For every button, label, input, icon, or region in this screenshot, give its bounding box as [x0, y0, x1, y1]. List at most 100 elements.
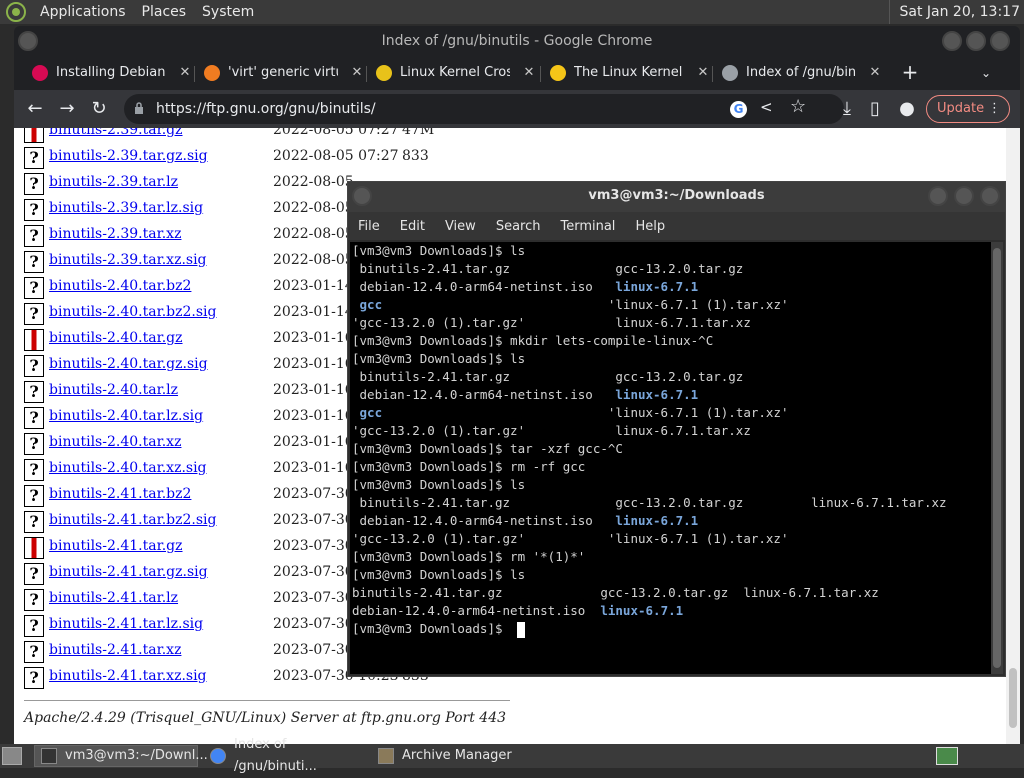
file-link[interactable]: binutils-2.39.tar.gz [49, 128, 183, 138]
page-scrollbar[interactable] [1006, 128, 1020, 744]
terminal-menu-file[interactable]: File [358, 219, 380, 234]
applications-menu[interactable]: Applications [32, 4, 134, 20]
file-link[interactable]: binutils-2.41.tar.gz [49, 538, 183, 554]
file-link[interactable]: binutils-2.41.tar.xz.sig [49, 668, 207, 684]
terminal-scrollbar-thumb[interactable] [993, 248, 1001, 668]
terminal-line: [vm3@vm3 Downloads]$ mkdir lets-compile-… [352, 333, 714, 348]
terminal-titlebar[interactable]: vm3@vm3:~/Downloads [348, 182, 1005, 212]
file-link[interactable]: binutils-2.40.tar.gz [49, 330, 183, 346]
file-link[interactable]: binutils-2.40.tar.bz2 [49, 278, 191, 294]
file-date: 2022-08-05 [273, 200, 354, 216]
file-link[interactable]: binutils-2.39.tar.lz [49, 174, 178, 190]
browser-tab[interactable]: The Linux Kernel A ✕ [550, 58, 710, 88]
terminal-menu-terminal[interactable]: Terminal [560, 219, 615, 234]
terminal-line: [vm3@vm3 Downloads]$ ls [352, 477, 526, 492]
clock[interactable]: Sat Jan 20, 13:17 [888, 0, 1020, 24]
taskbar-item[interactable]: Archive Manager [372, 745, 512, 767]
file-link[interactable]: binutils-2.41.tar.xz [49, 642, 181, 658]
file-link[interactable]: binutils-2.39.tar.gz.sig [49, 148, 208, 164]
share-icon[interactable]: < [760, 98, 773, 116]
downloads-icon[interactable]: ⤓ [836, 98, 858, 120]
terminal-menu-help[interactable]: Help [635, 219, 665, 234]
browser-tab[interactable]: Linux Kernel Cross ✕ [376, 58, 536, 88]
maximize-icon[interactable] [966, 31, 986, 51]
terminal-line: [vm3@vm3 Downloads]$ rm -rf gcc [352, 459, 586, 474]
taskbar-item[interactable]: Index of /gnu/binuti... [204, 737, 364, 774]
unknown-file-icon: ? [24, 485, 44, 507]
terminal-close-icon[interactable] [980, 186, 1000, 206]
terminal-minimize-icon[interactable] [928, 186, 948, 206]
unknown-file-icon: ? [24, 355, 44, 377]
forward-icon[interactable]: → [56, 98, 78, 120]
system-menu[interactable]: System [194, 4, 262, 20]
window-menu-icon[interactable] [18, 31, 38, 51]
terminal-line: [vm3@vm3 Downloads]$ rm '*(1)*' [352, 549, 586, 564]
close-tab-icon[interactable]: ✕ [522, 58, 536, 88]
file-date: 2023-01-16 [273, 434, 354, 450]
chrome-icon [210, 748, 226, 764]
browser-tab[interactable]: Installing Debian w ✕ [32, 58, 192, 88]
file-link[interactable]: binutils-2.40.tar.lz [49, 382, 178, 398]
tab-search-icon[interactable]: ⌄ [978, 58, 994, 88]
bookmark-star-icon[interactable]: ☆ [790, 96, 806, 117]
text-cursor [517, 622, 525, 638]
compressed-file-icon [24, 537, 44, 559]
close-tab-icon[interactable]: ✕ [696, 58, 710, 88]
more-menu-icon[interactable]: ⋮ [988, 96, 1001, 122]
url-text[interactable]: https://ftp.gnu.org/gnu/binutils/ [156, 94, 376, 124]
terminal-maximize-icon[interactable] [954, 186, 974, 206]
terminal-line: [vm3@vm3 Downloads]$ ls [352, 567, 526, 582]
file-link[interactable]: binutils-2.40.tar.gz.sig [49, 356, 208, 372]
close-tab-icon[interactable]: ✕ [350, 58, 364, 88]
terminal-window-menu-icon[interactable] [352, 186, 372, 206]
address-bar[interactable]: https://ftp.gnu.org/gnu/binutils/ G < ☆ [124, 94, 844, 124]
debian-icon [32, 65, 48, 81]
terminal-directory-name: linux-6.7.1 [615, 387, 699, 402]
terminal-menu-view[interactable]: View [445, 219, 476, 234]
chrome-titlebar[interactable]: Index of /gnu/binutils - Google Chrome [14, 26, 1020, 58]
workspace-switcher-icon[interactable] [936, 747, 958, 765]
file-link[interactable]: binutils-2.39.tar.xz [49, 226, 181, 242]
minimize-icon[interactable] [942, 31, 962, 51]
update-label: Update [937, 101, 985, 116]
profile-icon[interactable]: ● [896, 98, 918, 120]
file-link[interactable]: binutils-2.40.tar.lz.sig [49, 408, 203, 424]
back-icon[interactable]: ← [24, 98, 46, 120]
file-link[interactable]: binutils-2.41.tar.bz2.sig [49, 512, 217, 528]
taskbar-item[interactable]: vm3@vm3:~/Downl... [34, 745, 208, 767]
file-link[interactable]: binutils-2.41.tar.gz.sig [49, 564, 208, 580]
file-link[interactable]: binutils-2.39.tar.xz.sig [49, 252, 207, 268]
side-panel-icon[interactable]: ▯ [864, 98, 886, 120]
terminal-menu-search[interactable]: Search [496, 219, 541, 234]
terminal-output[interactable]: [vm3@vm3 Downloads]$ ls binutils-2.41.ta… [350, 242, 992, 674]
browser-tab[interactable]: Index of /gnu/binut ✕ [722, 58, 882, 88]
unknown-file-icon: ? [24, 563, 44, 585]
file-link[interactable]: binutils-2.40.tar.bz2.sig [49, 304, 217, 320]
file-link[interactable]: binutils-2.40.tar.xz.sig [49, 460, 207, 476]
terminal-scrollbar[interactable] [991, 242, 1003, 674]
terminal-menu-edit[interactable]: Edit [400, 219, 425, 234]
places-menu[interactable]: Places [134, 4, 195, 20]
file-link[interactable]: binutils-2.39.tar.lz.sig [49, 200, 203, 216]
file-date: 2022-08-05 07:27 [273, 128, 399, 138]
taskbar-item-label: vm3@vm3:~/Downl... [65, 748, 208, 763]
file-link[interactable]: binutils-2.40.tar.xz [49, 434, 181, 450]
terminal-line: 'gcc-13.2.0 (1).tar.gz' linux-6.7.1.tar.… [352, 423, 751, 438]
distro-logo-icon[interactable] [6, 2, 26, 22]
page-scrollbar-thumb[interactable] [1009, 668, 1017, 728]
close-tab-icon[interactable]: ✕ [868, 58, 882, 88]
google-lens-icon[interactable]: G [730, 101, 747, 118]
unknown-file-icon: ? [24, 433, 44, 455]
close-window-icon[interactable] [990, 31, 1010, 51]
browser-tab[interactable]: 'virt' generic virtua ✕ [204, 58, 364, 88]
show-desktop-icon[interactable] [2, 747, 22, 765]
file-link[interactable]: binutils-2.41.tar.lz.sig [49, 616, 203, 632]
update-button[interactable]: Update ⋮ [926, 95, 1010, 123]
close-tab-icon[interactable]: ✕ [178, 58, 192, 88]
reload-icon[interactable]: ↻ [88, 98, 110, 120]
terminal-directory-name: linux-6.7.1 [615, 279, 699, 294]
file-link[interactable]: binutils-2.41.tar.bz2 [49, 486, 191, 502]
file-link[interactable]: binutils-2.41.tar.lz [49, 590, 178, 606]
lock-icon[interactable] [134, 102, 144, 114]
new-tab-icon[interactable]: + [900, 58, 920, 88]
